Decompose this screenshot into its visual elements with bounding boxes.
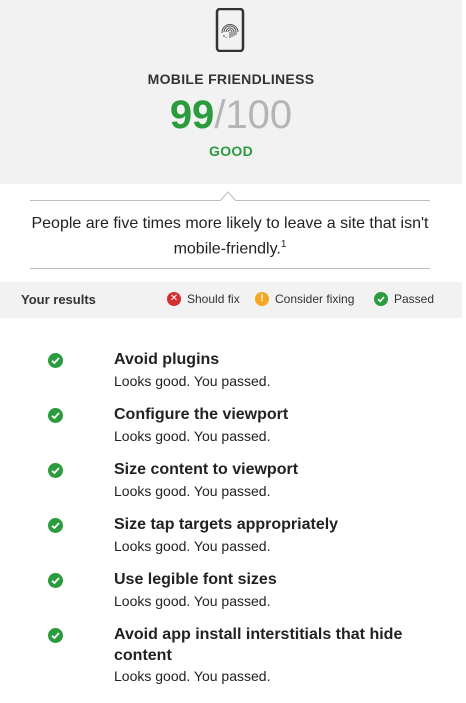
result-name: Configure the viewport	[114, 406, 289, 423]
x-icon: ✕	[167, 292, 181, 306]
check-icon	[48, 408, 63, 423]
result-status: Looks good. You passed.	[114, 593, 271, 609]
legend-label: Should fix	[187, 292, 240, 306]
check-icon	[48, 353, 63, 368]
legend-should-fix: ✕ Should fix	[167, 292, 240, 306]
check-icon	[374, 292, 388, 306]
result-item: Use legible font sizes Looks good. You pa…	[48, 569, 448, 611]
result-status: Looks good. You passed.	[114, 483, 271, 499]
mobile-friendliness-title: MOBILE FRIENDLINESS	[147, 71, 315, 87]
check-icon	[48, 573, 63, 588]
result-item: Configure the viewport Looks good. You pa…	[48, 404, 448, 446]
result-item: Size content to viewport Looks good. You …	[48, 459, 448, 501]
result-item: Avoid plugins Looks good. You passed.	[48, 349, 448, 391]
score-header: MOBILE FRIENDLINESS 99/100 GOOD	[0, 0, 462, 184]
result-name: Size tap targets appropriately	[114, 516, 339, 533]
results-legend-bar: Your results ✕ Should fix ! Consider fix…	[0, 282, 462, 318]
result-item: Avoid app install interstitials that hid…	[48, 624, 448, 684]
score-display: 99/100	[0, 91, 462, 139]
score-value: 99	[169, 93, 215, 137]
result-name: Size content to viewport	[114, 461, 299, 478]
result-name: Avoid app install interstitials that hid…	[114, 626, 403, 664]
legend-label: Consider fixing	[275, 292, 355, 306]
caret-up-icon	[220, 191, 236, 201]
score-total: /100	[214, 93, 293, 137]
divider-bottom	[30, 268, 430, 269]
legend-passed: Passed	[374, 292, 434, 306]
result-status: Looks good. You passed.	[114, 373, 271, 389]
result-status: Looks good. You passed.	[114, 428, 271, 444]
legend-label: Passed	[394, 292, 435, 306]
result-status: Looks good. You passed.	[114, 538, 271, 554]
check-icon	[48, 518, 63, 533]
mobile-fingerprint-icon	[215, 8, 245, 52]
result-status: Looks good. You passed.	[114, 668, 271, 684]
result-name: Use legible font sizes	[114, 571, 277, 588]
results-title: Your results	[21, 292, 96, 307]
exclamation-icon: !	[255, 292, 269, 306]
info-message: People are five times more likely to lea…	[30, 213, 430, 259]
legend-consider-fixing: ! Consider fixing	[255, 292, 354, 306]
result-item: Size tap targets appropriately Looks good…	[48, 514, 448, 556]
check-icon	[48, 463, 63, 478]
check-icon	[48, 628, 63, 643]
score-rating: GOOD	[209, 143, 253, 159]
info-message-text: People are five times more likely to lea…	[31, 215, 429, 258]
footnote-marker[interactable]: 1	[281, 239, 287, 250]
result-name: Avoid plugins	[114, 351, 220, 368]
